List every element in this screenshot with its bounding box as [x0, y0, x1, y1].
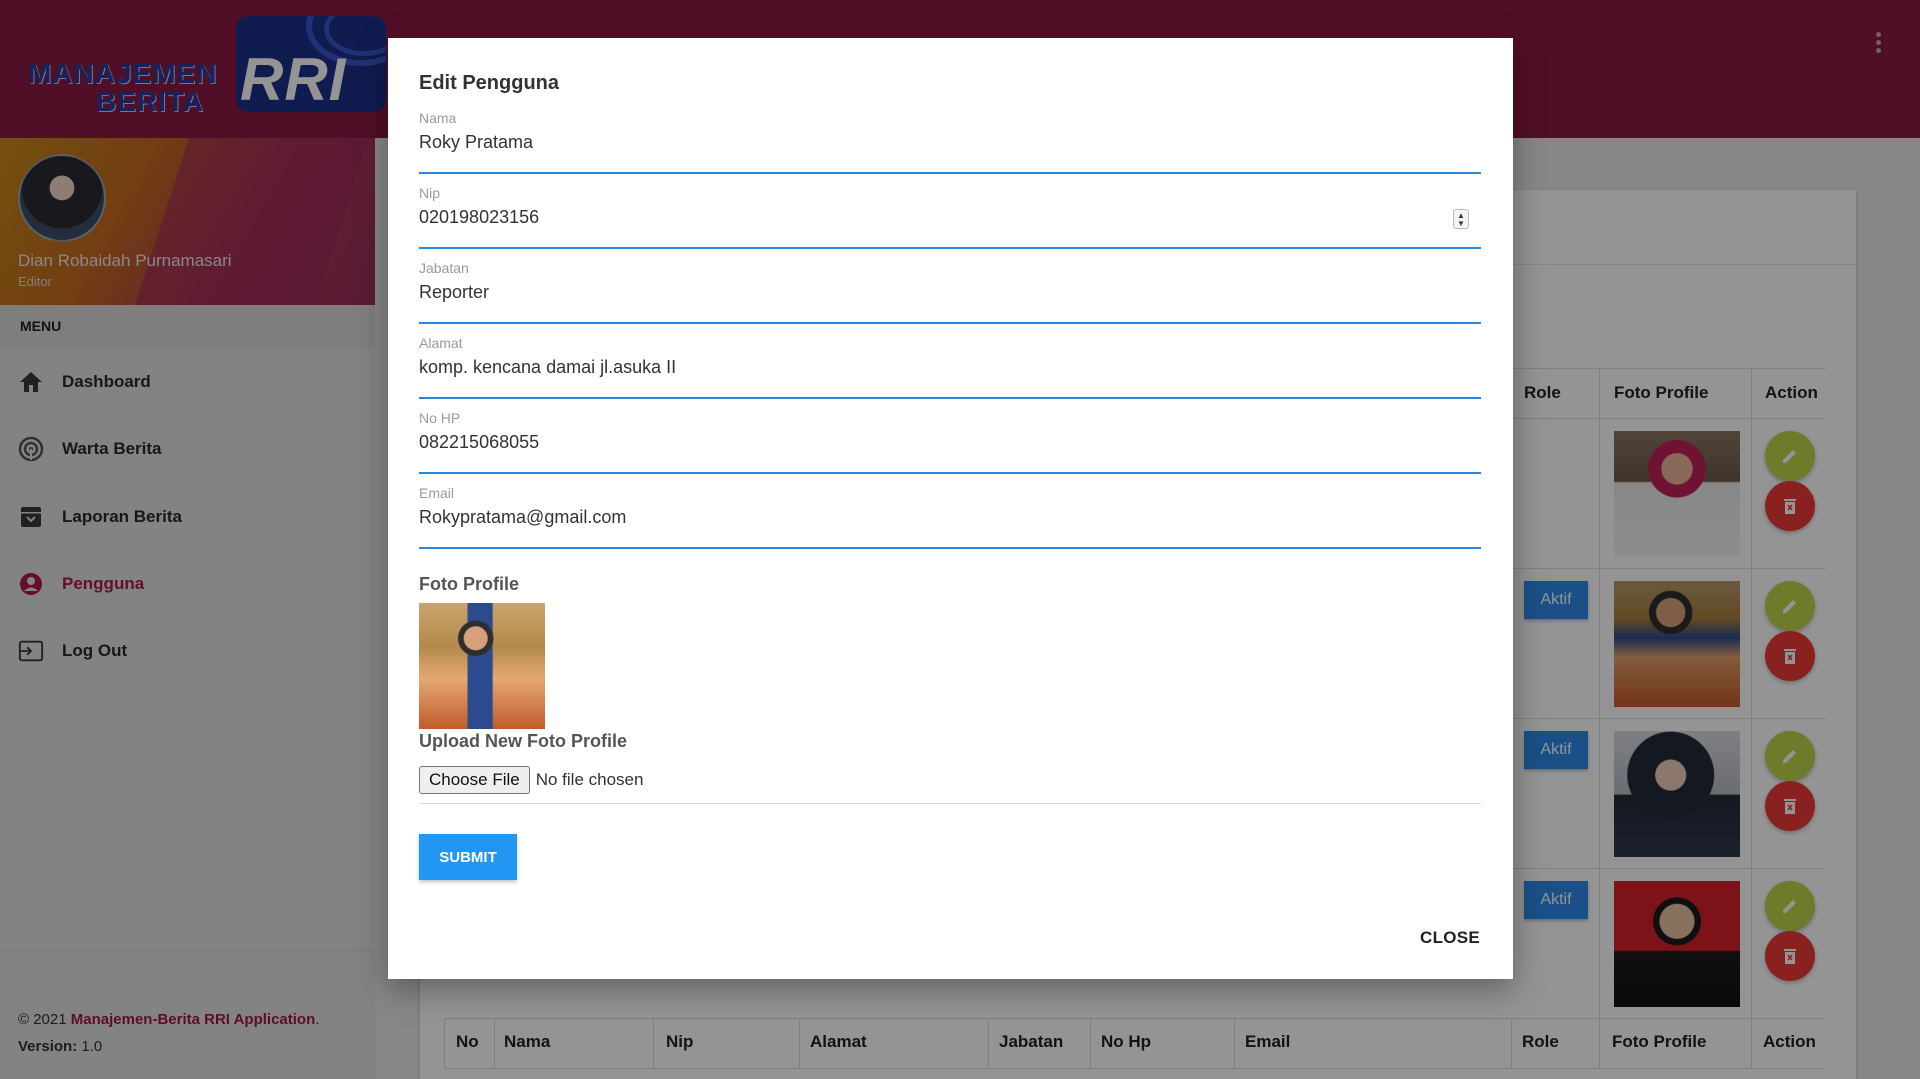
upload-photo-label: Upload New Foto Profile	[419, 731, 628, 751]
number-spinner-icon[interactable]: ▲ ▼	[1453, 209, 1469, 229]
field-value[interactable]: Rokypratama@gmail.com	[419, 507, 626, 528]
choose-file-button[interactable]: Choose File	[419, 766, 530, 794]
current-profile-photo	[419, 603, 545, 729]
field-value[interactable]: 082215068055	[419, 432, 539, 453]
field-label: Jabatan	[419, 260, 469, 276]
alamat-field[interactable]: Alamat komp. kencana damai jl.asuka II	[419, 335, 1481, 399]
modal-title: Edit Pengguna	[419, 72, 559, 94]
file-status: No file chosen	[535, 770, 644, 789]
file-input[interactable]: Choose File No file chosen	[419, 766, 1481, 804]
field-label: Email	[419, 485, 455, 501]
field-label: Nama	[419, 110, 457, 126]
email-field[interactable]: Email Rokypratama@gmail.com	[419, 485, 1481, 549]
foto-profile-label: Foto Profile	[419, 574, 519, 594]
field-label: Nip	[419, 185, 441, 201]
field-value[interactable]: Reporter	[419, 282, 489, 303]
submit-button[interactable]: SUBMIT	[419, 834, 517, 880]
field-label: No HP	[419, 410, 461, 426]
field-value[interactable]: 020198023156	[419, 207, 539, 228]
nama-field[interactable]: Nama Roky Pratama	[419, 110, 1481, 174]
close-button[interactable]: CLOSE	[1420, 928, 1480, 948]
field-value[interactable]: Roky Pratama	[419, 132, 533, 153]
jabatan-field[interactable]: Jabatan Reporter	[419, 260, 1481, 324]
field-value[interactable]: komp. kencana damai jl.asuka II	[419, 357, 676, 378]
nip-field[interactable]: Nip 020198023156 ▲ ▼	[419, 185, 1481, 249]
field-label: Alamat	[419, 335, 463, 351]
edit-user-modal: Edit Pengguna Nama Roky Pratama Nip 0201…	[388, 38, 1513, 979]
no-hp-field[interactable]: No HP 082215068055	[419, 410, 1481, 474]
